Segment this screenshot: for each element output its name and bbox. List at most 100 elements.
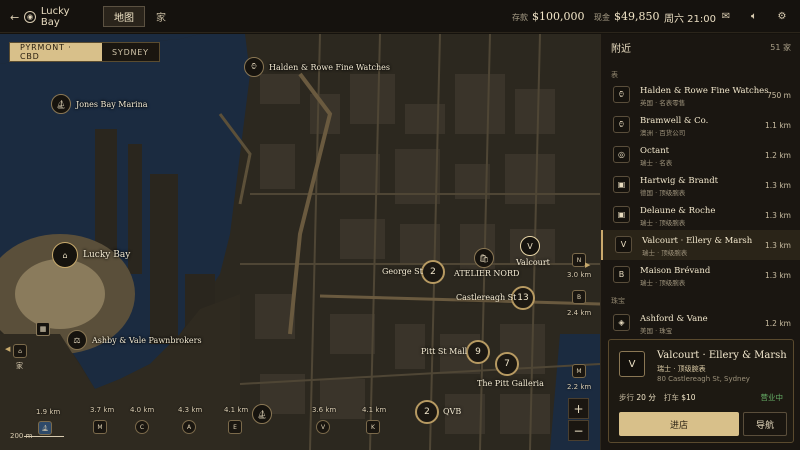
poi-ashby-vale-pawnbrokers[interactable]: ⚖ Ashby & Vale Pawnbrokers — [67, 330, 202, 350]
region-pyrmont-cbd[interactable]: PYRMONT · CBD — [10, 43, 102, 61]
jewel-icon: ◈ — [613, 314, 630, 331]
list-item-name: Ashford & Vane — [640, 314, 708, 324]
cluster-george-st[interactable]: 2 — [421, 260, 445, 284]
poi-halden-rowe[interactable]: ⌚︎ Halden & Rowe Fine Watches — [244, 57, 390, 77]
poi-lucky-bay[interactable]: ⌂ Lucky Bay — [52, 242, 130, 268]
sound-icon[interactable]: 🔈︎ — [748, 10, 760, 22]
edge-marker-b[interactable]: B — [572, 290, 586, 304]
edge-marker-bottom-3[interactable]: C — [135, 420, 149, 434]
scale-bar — [24, 436, 64, 437]
card-store-category: 瑞士 · 顶级腕表 — [657, 365, 706, 373]
list-item[interactable]: ▣ Delaune & Roche 瑞士 · 顶级腕表 1.3 km — [601, 200, 800, 230]
list-item-distance: 1.3 km — [765, 271, 791, 280]
poi-atelier-nord[interactable]: 🛍︎ — [474, 248, 494, 268]
list-item-sub: 德国 · 顶级腕表 — [640, 189, 686, 197]
edge-marker-bottom-2[interactable]: M — [93, 420, 107, 434]
list-item-distance: 1.2 km — [765, 319, 791, 328]
list-item[interactable]: ◎ Octant 瑞士 · 名表 1.2 km — [601, 140, 800, 170]
mail-icon[interactable]: ✉ — [720, 10, 732, 22]
edge-marker-n[interactable]: N — [572, 253, 586, 267]
edge-marker-bottom-5[interactable]: E — [228, 420, 242, 434]
brand-b-icon: B — [613, 266, 630, 283]
list-item-sub: 美国 · 珠宝 — [640, 327, 673, 335]
list-item[interactable]: ▣ Hartwig & Brandt 德国 · 顶级腕表 1.3 km — [601, 170, 800, 200]
zoom-in-button[interactable]: + — [568, 398, 589, 419]
card-store-name: Valcourt · Ellery & Marsh — [657, 350, 787, 361]
cluster-pitt-galleria[interactable]: 7 — [495, 352, 519, 376]
walk-value: 20 分 — [636, 393, 656, 402]
category-watches: 表 — [611, 71, 618, 79]
list-item-sub: 瑞士 · 顶级腕表 — [640, 219, 686, 227]
poi-valcourt[interactable]: V — [520, 236, 540, 256]
list-item[interactable]: ◈ Ashford & Vane 美国 · 珠宝 1.2 km — [601, 308, 800, 338]
label-george-st: George St — [382, 267, 423, 276]
label-castlereagh-st: Castlereagh St — [456, 293, 517, 302]
edge-marker-bottom-7[interactable]: K — [366, 420, 380, 434]
list-item-name: Maison Brévand — [640, 266, 711, 276]
lucky-bay-logo-icon: ◉ — [24, 11, 36, 23]
selected-store-card: V Valcourt · Ellery & Marsh 瑞士 · 顶级腕表 80… — [608, 339, 794, 443]
map-view[interactable]: PYRMONT · CBD SYDNEY ⌚︎ Halden & Rowe Fi… — [0, 34, 600, 450]
list-item[interactable]: ⌚︎ Halden & Rowe Fine Watches 英国 · 名表零售 … — [601, 80, 800, 110]
card-travel-info: 步行 20 分 打车 $10 — [619, 392, 696, 403]
boat-icon: ⛵︎ — [252, 404, 272, 424]
list-item-selected[interactable]: V Valcourt · Ellery & Marsh 瑞士 · 顶级腕表 1.… — [601, 230, 800, 260]
zoom-out-button[interactable]: − — [568, 420, 589, 441]
valcourt-v-icon: V — [520, 236, 540, 256]
edge-marker-bottom-1[interactable]: ⛵︎ — [38, 421, 52, 435]
home-direction-icon[interactable]: ⌂ — [13, 344, 27, 358]
label-pitt-galleria: The Pitt Galleria — [477, 379, 544, 388]
distance-right-2: 2.4 km — [567, 309, 592, 317]
gear-icon[interactable]: ⚙ — [776, 10, 788, 22]
watch-icon: ⌚︎ — [613, 86, 630, 103]
taxi-label: 打车 — [663, 393, 679, 402]
bag-icon: 🛍︎ — [474, 248, 494, 268]
savings-value: $100,000 — [532, 10, 585, 23]
poi-label: Jones Bay Marina — [76, 99, 148, 109]
cluster-pitt-st-mall[interactable]: 9 — [466, 340, 490, 364]
brand-icon: ▣ — [613, 206, 630, 223]
list-item[interactable]: B Maison Brévand 瑞士 · 顶级腕表 1.3 km — [601, 260, 800, 290]
list-item[interactable]: ⌚︎ Bramwell & Co. 澳洲 · 百货公司 1.1 km — [601, 110, 800, 140]
back-button[interactable]: ← ◉ Lucky Bay — [10, 6, 90, 28]
poi-label: Lucky Bay — [83, 250, 131, 260]
edge-marker-bottom-6[interactable]: V — [316, 420, 330, 434]
game-time: 周六 21:00 — [664, 14, 716, 25]
poi-bottom-boat[interactable]: ⛵︎ — [252, 404, 272, 424]
label-valcourt: Valcourt — [516, 258, 550, 267]
distance-bottom-3: 4.0 km — [130, 406, 155, 414]
distance-bottom-2: 3.7 km — [90, 406, 115, 414]
location-title: Lucky Bay — [40, 6, 70, 28]
list-item-name: Valcourt · Ellery & Marsh — [642, 236, 753, 246]
poi-jones-bay-marina[interactable]: ⛵︎ Jones Bay Marina — [51, 94, 148, 114]
watch-icon: ⌚︎ — [244, 57, 264, 77]
pawn-icon: ⚖ — [67, 330, 87, 350]
list-item-distance: 1.3 km — [765, 181, 791, 190]
right-pointer-icon: ▶ — [585, 261, 591, 269]
brand-icon: ▣ — [613, 176, 630, 193]
cluster-qvb[interactable]: 2 — [415, 400, 439, 424]
navigate-button[interactable]: 导航 — [743, 412, 787, 436]
distance-bottom-1: 1.9 km — [36, 408, 61, 416]
top-bar: ← ◉ Lucky Bay 地图 家 存款 $100,000 现金 $49,85… — [0, 0, 800, 33]
tab-map[interactable]: 地图 — [103, 6, 145, 27]
category-jewelry: 珠宝 — [611, 297, 625, 305]
edge-marker-bottom-4[interactable]: A — [182, 420, 196, 434]
list-item-distance: 1.3 km — [765, 211, 791, 220]
nearby-panel: 附近 51 家 表 ⌚︎ Halden & Rowe Fine Watches … — [600, 34, 800, 450]
region-toggle: PYRMONT · CBD SYDNEY — [9, 42, 160, 62]
open-status-badge: 营业中 — [760, 393, 784, 402]
tab-home[interactable]: 家 — [151, 6, 171, 27]
list-item-distance: 1.1 km — [765, 121, 791, 130]
distance-bottom-6: 3.6 km — [312, 406, 337, 414]
panel-count: 51 家 — [770, 42, 791, 52]
cash-label: 现金 — [594, 13, 610, 22]
savings-label: 存款 — [512, 13, 528, 22]
edge-marker-m[interactable]: M — [572, 364, 586, 378]
distance-right-3: 2.2 km — [567, 383, 592, 391]
enter-store-button[interactable]: 进店 — [619, 412, 739, 436]
label-home: 家 — [16, 362, 23, 370]
region-sydney[interactable]: SYDNEY — [102, 43, 159, 61]
list-item-name: Hartwig & Brandt — [640, 176, 719, 186]
building-icon[interactable]: ▦ — [36, 322, 50, 336]
